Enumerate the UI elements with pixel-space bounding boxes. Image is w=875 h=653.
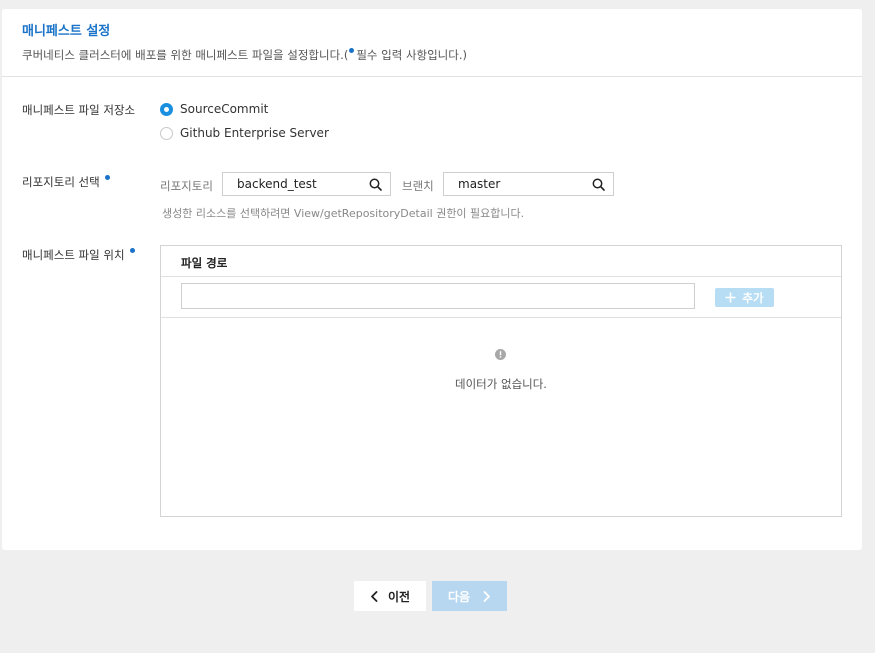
radio-label: Github Enterprise Server	[180, 126, 329, 140]
required-dot-icon	[104, 175, 110, 180]
required-dot-icon	[349, 48, 355, 53]
prev-button[interactable]: 이전	[354, 581, 426, 611]
search-icon[interactable]	[592, 178, 605, 191]
file-path-table: 파일 경로 추가 데이터가 없습니다.	[160, 245, 842, 517]
page-description: 쿠버네티스 클러스터에 배포를 위한 매니페스트 파일을 설정합니다.( 필수 입…	[22, 48, 862, 62]
radio-sourcecommit[interactable]: SourceCommit	[160, 102, 268, 116]
repository-source-label-text: 매니페스트 파일 저장소	[22, 103, 136, 117]
branch-input[interactable]	[444, 174, 592, 194]
manifest-location-label-text: 매니페스트 파일 위치	[22, 248, 125, 262]
radio-label: SourceCommit	[180, 102, 269, 116]
manifest-settings-card: 매니페스트 설정 쿠버네티스 클러스터에 배포를 위한 매니페스트 파일을 설정…	[2, 9, 862, 550]
repository-select-label-text: 리포지토리 선택	[22, 175, 100, 189]
next-button-label: 다음	[447, 589, 471, 604]
repository-source-label: 매니페스트 파일 저장소	[22, 102, 135, 118]
next-button[interactable]: 다음	[432, 581, 507, 611]
branch-field-label: 브랜치	[402, 179, 434, 193]
radio-unchecked-icon	[160, 126, 173, 140]
required-note: 필수 입력 사항입니다.)	[356, 48, 467, 62]
repository-search-box[interactable]	[222, 172, 391, 196]
branch-search-box[interactable]	[443, 172, 614, 196]
card-header: 매니페스트 설정 쿠버네티스 클러스터에 배포를 위한 매니페스트 파일을 설정…	[2, 9, 862, 77]
chevron-right-icon	[483, 590, 490, 602]
chevron-left-icon	[371, 590, 378, 602]
repository-input[interactable]	[223, 174, 369, 194]
info-icon	[495, 349, 506, 360]
path-input-row: 추가	[161, 277, 841, 318]
radio-checked-icon	[160, 102, 173, 116]
repository-select-label: 리포지토리 선택	[22, 174, 112, 190]
plus-icon	[725, 292, 736, 303]
description-text: 쿠버네티스 클러스터에 배포를 위한 매니페스트 파일을 설정합니다.(	[22, 48, 349, 62]
table-header-file-path: 파일 경로	[161, 246, 841, 277]
repository-field-label: 리포지토리	[160, 179, 213, 193]
empty-state: 데이터가 없습니다.	[161, 318, 841, 516]
add-path-button[interactable]: 추가	[715, 288, 774, 307]
radio-github-enterprise[interactable]: Github Enterprise Server	[160, 126, 329, 140]
manifest-location-label: 매니페스트 파일 위치	[22, 247, 137, 263]
permission-hint: 생성한 리소스를 선택하려면 View/getRepositoryDetail …	[162, 207, 525, 220]
prev-button-label: 이전	[387, 589, 411, 604]
required-dot-icon	[129, 248, 135, 253]
page-title: 매니페스트 설정	[22, 24, 111, 39]
empty-state-text: 데이터가 없습니다.	[455, 377, 547, 391]
search-icon[interactable]	[369, 178, 382, 191]
add-button-label: 추가	[742, 290, 764, 305]
file-path-input[interactable]	[181, 283, 695, 309]
